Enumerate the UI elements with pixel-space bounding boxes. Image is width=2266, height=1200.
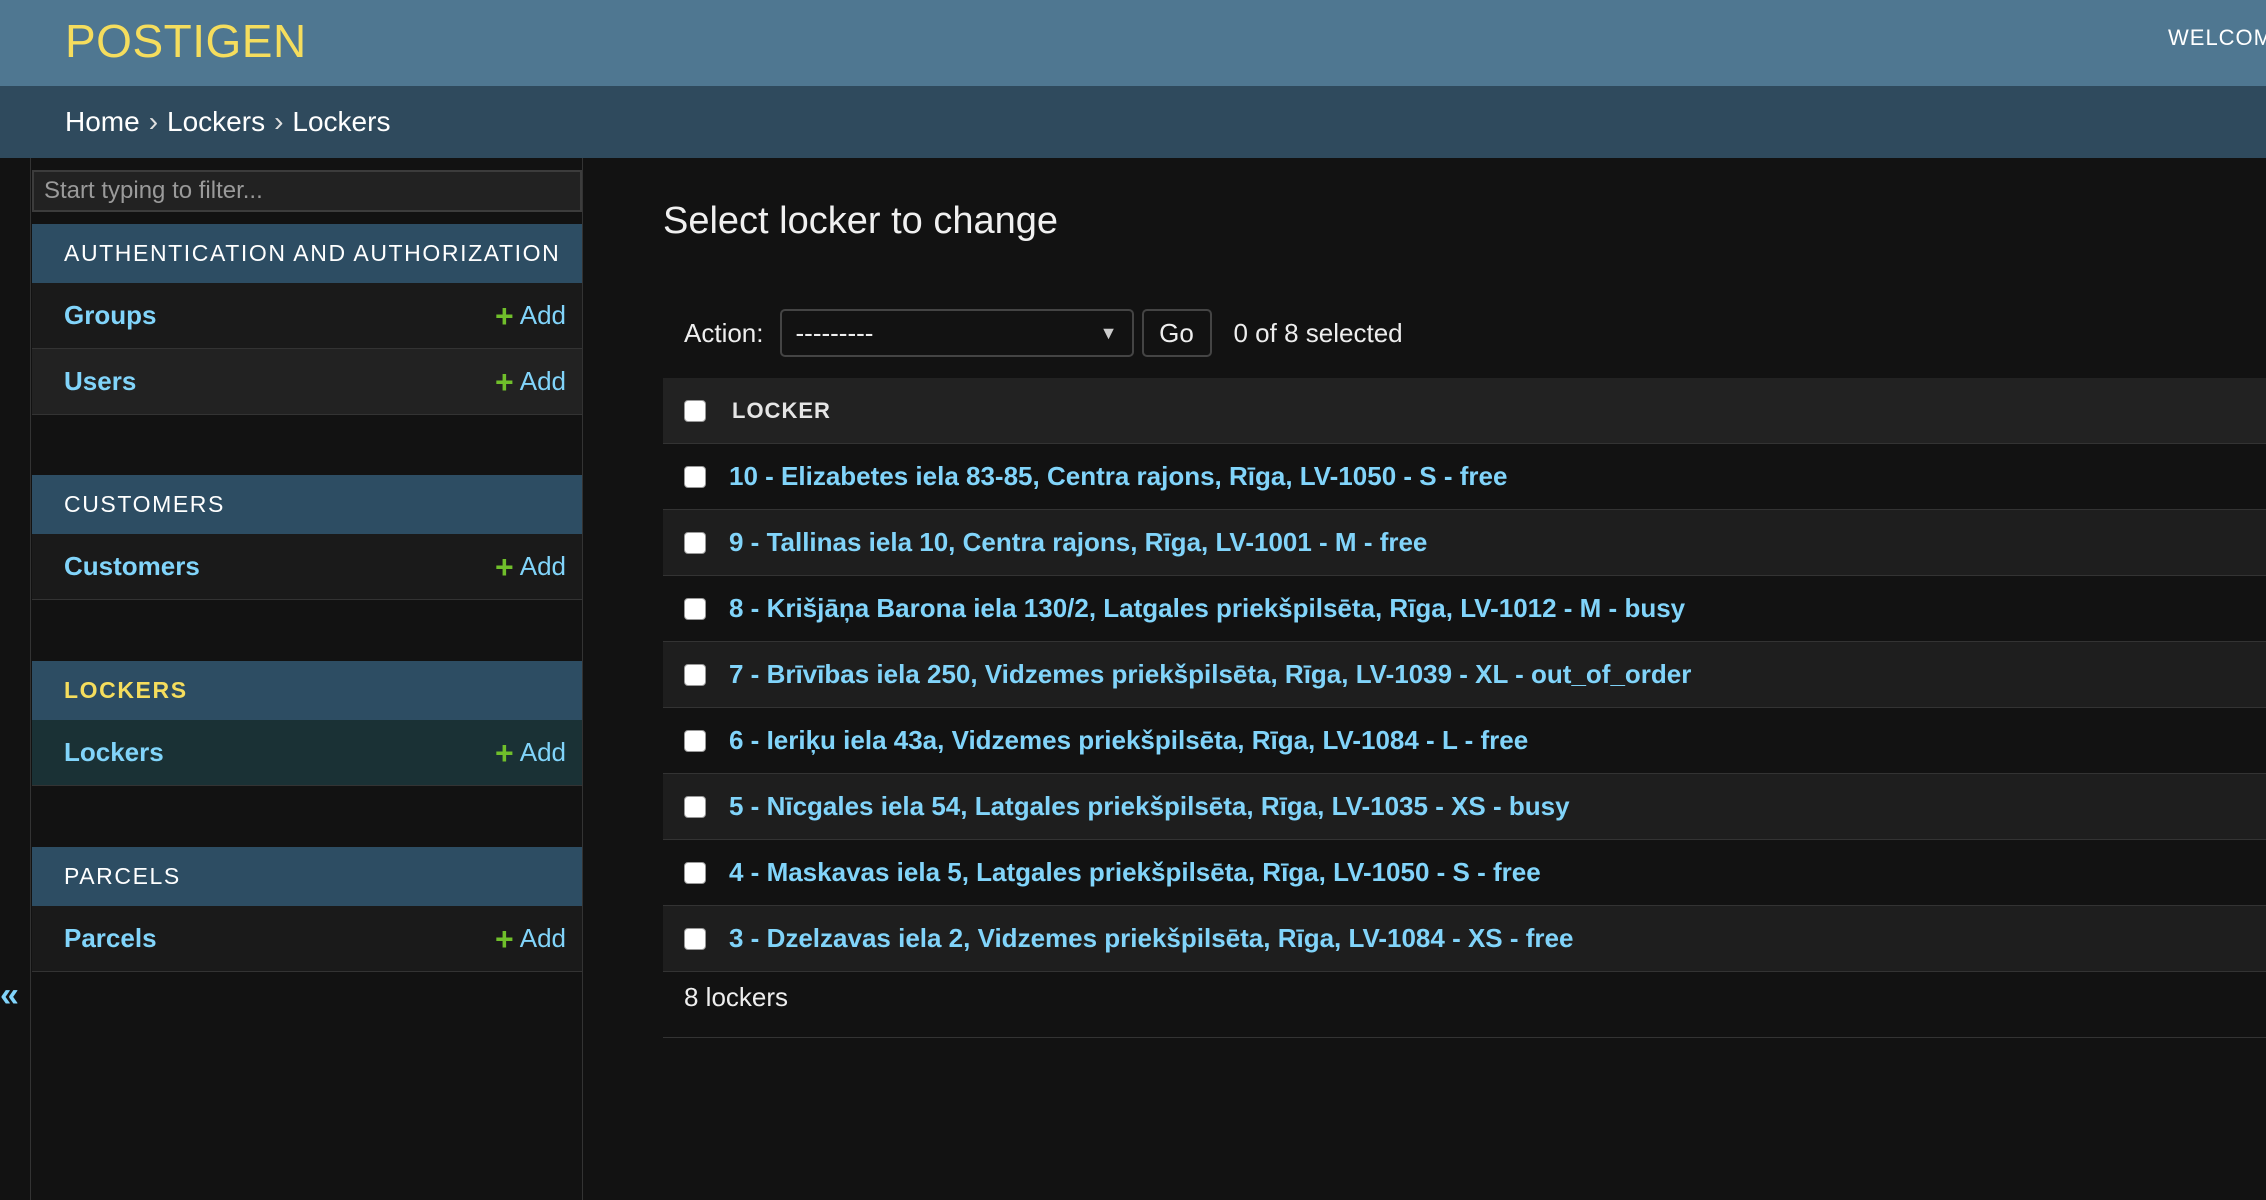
add-user-button[interactable]: + Add <box>495 366 566 398</box>
row-checkbox[interactable] <box>684 531 706 554</box>
breadcrumb-separator: › <box>148 106 159 137</box>
sidebar-item-groups: Groups + Add <box>32 283 582 349</box>
row-checkbox[interactable] <box>684 795 706 818</box>
module-lockers: LOCKERS Lockers + Add <box>32 661 582 786</box>
table-row: 10 - Elizabetes iela 83-85, Centra rajon… <box>663 444 2266 510</box>
add-customer-button[interactable]: + Add <box>495 551 566 583</box>
action-select-value: --------- <box>795 317 874 348</box>
breadcrumb-app-lockers[interactable]: Lockers <box>167 106 265 138</box>
action-select[interactable]: --------- ▼ <box>779 309 1134 357</box>
table-row: 9 - Tallinas iela 10, Centra rajons, Rīg… <box>663 510 2266 576</box>
row-link[interactable]: 3 - Dzelzavas iela 2, Vidzemes priekšpil… <box>729 923 1573 954</box>
add-label: Add <box>519 551 566 581</box>
plus-icon: + <box>495 734 514 771</box>
module-parcels: PARCELS Parcels + Add <box>32 847 582 972</box>
header: POSTIGEN WELCOM <box>0 0 2266 86</box>
breadcrumb: Home › Lockers › Lockers <box>0 86 2266 158</box>
go-button[interactable]: Go <box>1141 309 1212 357</box>
sidebar-item-lockers: Lockers + Add <box>32 720 582 786</box>
module-customers: CUSTOMERS Customers + Add <box>32 475 582 600</box>
sidebar-item-groups-link[interactable]: Groups <box>64 300 156 331</box>
page-title: Select locker to change <box>663 200 1059 242</box>
sidebar-item-customers: Customers + Add <box>32 534 582 600</box>
chevron-down-icon: ▼ <box>1099 322 1118 343</box>
module-auth: AUTHENTICATION AND AUTHORIZATION Groups … <box>32 224 582 415</box>
row-checkbox[interactable] <box>684 597 706 620</box>
sidebar-item-customers-link[interactable]: Customers <box>64 551 200 582</box>
add-label: Add <box>519 923 566 953</box>
sidebar-item-users-link[interactable]: Users <box>64 366 136 397</box>
table-header: LOCKER <box>663 378 2266 444</box>
double-chevron-left-icon[interactable]: « <box>0 976 19 1015</box>
breadcrumb-home[interactable]: Home <box>65 106 140 138</box>
module-caption[interactable]: CUSTOMERS <box>32 475 582 534</box>
breadcrumb-separator: › <box>274 106 284 137</box>
row-link[interactable]: 10 - Elizabetes iela 83-85, Centra rajon… <box>729 461 1507 492</box>
user-tools: WELCOM <box>2168 25 2266 50</box>
main-content: Select locker to change Action: --------… <box>663 158 2266 1200</box>
action-label: Action: <box>684 317 764 348</box>
sidebar-item-parcels: Parcels + Add <box>32 906 582 972</box>
sidebar-item-users: Users + Add <box>32 349 582 415</box>
plus-icon: + <box>495 920 514 957</box>
row-checkbox[interactable] <box>684 927 706 950</box>
row-checkbox[interactable] <box>684 465 706 488</box>
add-locker-button[interactable]: + Add <box>495 737 566 769</box>
sidebar-item-parcels-link[interactable]: Parcels <box>64 923 157 954</box>
row-link[interactable]: 8 - Krišjāņa Barona iela 130/2, Latgales… <box>729 593 1685 624</box>
actions-bar: Action: --------- ▼ Go 0 of 8 selected <box>663 308 2266 358</box>
row-checkbox[interactable] <box>684 729 706 752</box>
table-row: 5 - Nīcgales iela 54, Latgales priekšpil… <box>663 774 2266 840</box>
table-row: 6 - Ieriķu iela 43a, Vidzemes priekšpils… <box>663 708 2266 774</box>
row-link[interactable]: 7 - Brīvības iela 250, Vidzemes priekšpi… <box>729 659 1691 690</box>
add-label: Add <box>519 737 566 767</box>
add-label: Add <box>519 300 566 330</box>
select-all-checkbox[interactable] <box>684 399 706 422</box>
sidebar: AUTHENTICATION AND AUTHORIZATION Groups … <box>31 158 583 1200</box>
row-link[interactable]: 4 - Maskavas iela 5, Latgales priekšpils… <box>729 857 1541 888</box>
row-checkbox[interactable] <box>684 861 706 884</box>
table-row: 8 - Krišjāņa Barona iela 130/2, Latgales… <box>663 576 2266 642</box>
row-link[interactable]: 9 - Tallinas iela 10, Centra rajons, Rīg… <box>729 527 1427 558</box>
row-checkbox[interactable] <box>684 663 706 686</box>
selection-counter: 0 of 8 selected <box>1233 317 1403 348</box>
column-header-locker[interactable]: LOCKER <box>732 398 831 424</box>
result-table: LOCKER 10 - Elizabetes iela 83-85, Centr… <box>663 378 2266 972</box>
site-branding[interactable]: POSTIGEN <box>65 14 307 68</box>
plus-icon: + <box>495 363 514 400</box>
breadcrumb-current: Lockers <box>292 106 391 137</box>
row-link[interactable]: 6 - Ieriķu iela 43a, Vidzemes priekšpils… <box>729 725 1528 756</box>
paginator: 8 lockers <box>663 958 2266 1038</box>
add-parcel-button[interactable]: + Add <box>495 923 566 955</box>
plus-icon: + <box>495 297 514 334</box>
module-caption[interactable]: LOCKERS <box>32 661 582 720</box>
table-row: 7 - Brīvības iela 250, Vidzemes priekšpi… <box>663 642 2266 708</box>
plus-icon: + <box>495 548 514 585</box>
sidebar-filter-input[interactable] <box>32 170 582 212</box>
sidebar-collapse-toggle[interactable]: « <box>0 158 31 1200</box>
module-caption[interactable]: AUTHENTICATION AND AUTHORIZATION <box>32 224 582 283</box>
row-link[interactable]: 5 - Nīcgales iela 54, Latgales priekšpil… <box>729 791 1570 822</box>
add-group-button[interactable]: + Add <box>495 300 566 332</box>
sidebar-item-lockers-link[interactable]: Lockers <box>64 737 164 768</box>
table-row: 4 - Maskavas iela 5, Latgales priekšpils… <box>663 840 2266 906</box>
add-label: Add <box>519 366 566 396</box>
module-caption[interactable]: PARCELS <box>32 847 582 906</box>
